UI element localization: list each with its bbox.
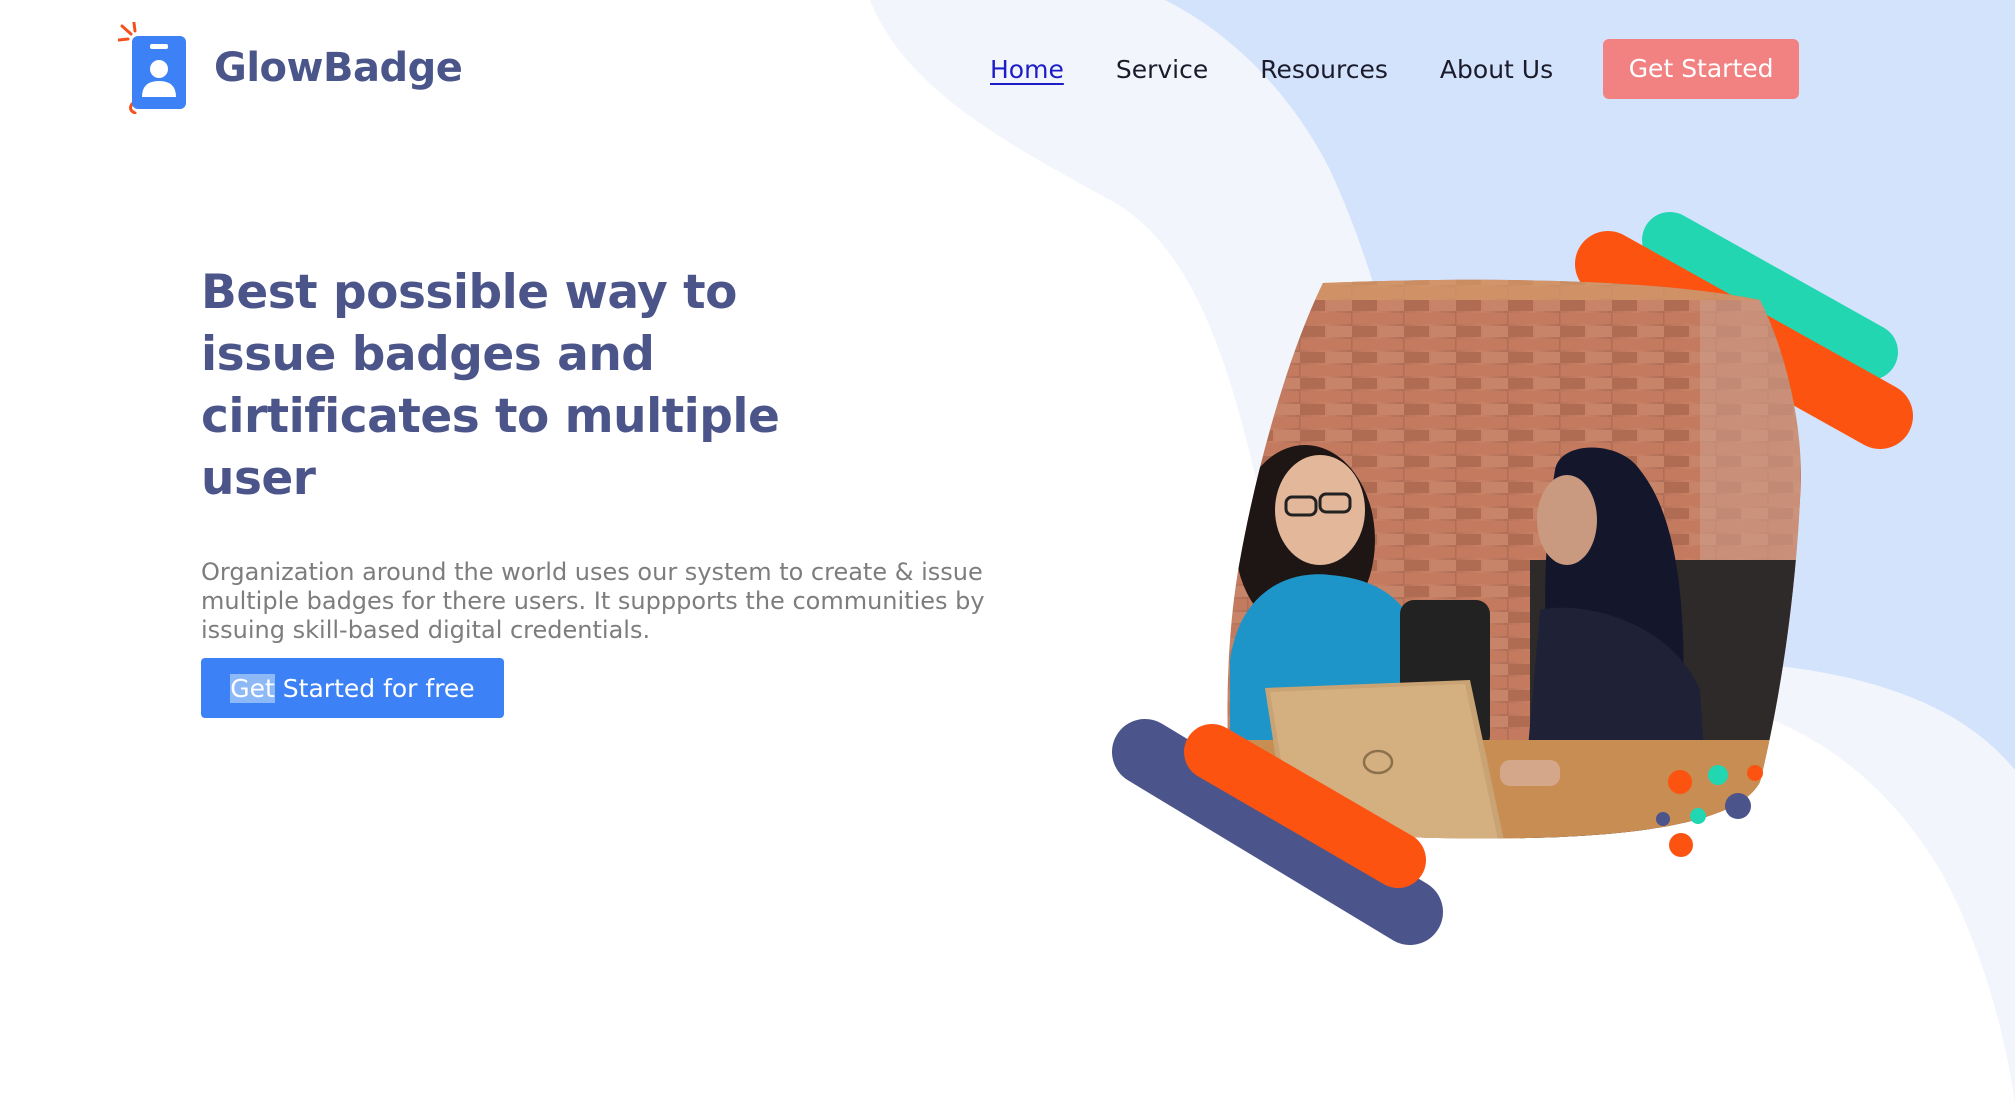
confetti-dot [1690, 808, 1706, 824]
hero-illustration [1112, 212, 1913, 945]
confetti-dot [1656, 812, 1670, 826]
confetti-dot [1708, 765, 1728, 785]
photo-two-women-meeting [1227, 279, 1801, 839]
confetti-dot [1669, 833, 1693, 857]
confetti-dot [1725, 793, 1751, 819]
confetti-dot [1668, 770, 1692, 794]
confetti-dot [1747, 765, 1763, 781]
